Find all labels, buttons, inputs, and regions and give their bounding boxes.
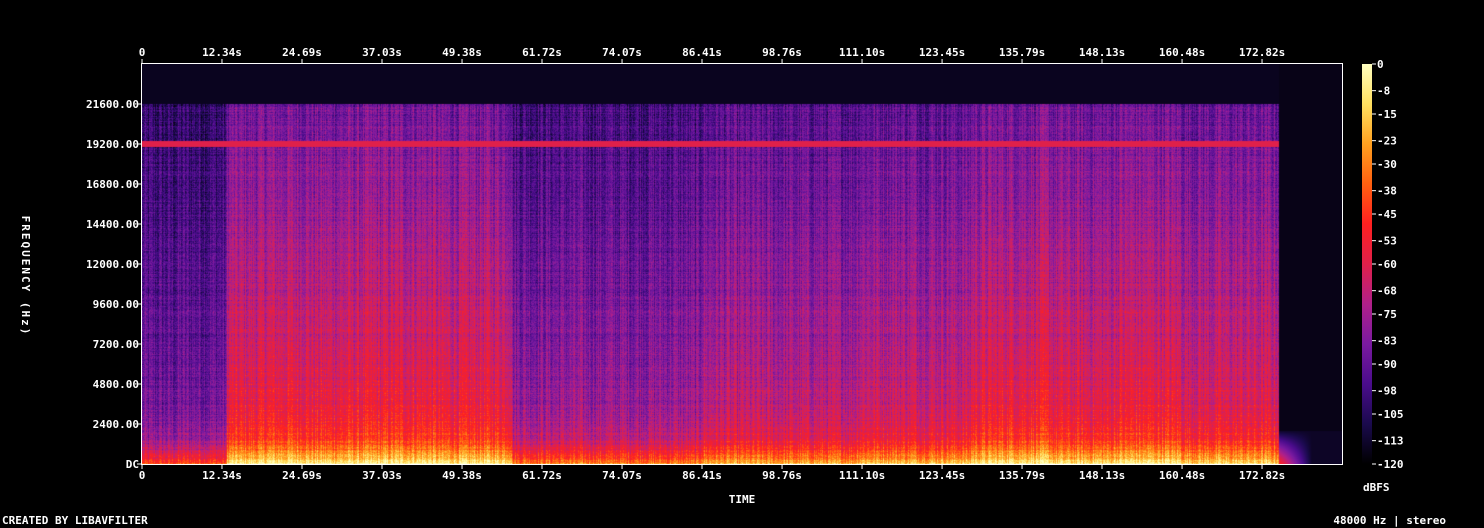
y-tick-label: 21600.00: [86, 98, 139, 111]
x-tick-label-bottom: 123.45s: [919, 469, 965, 482]
colorbar-tick-label: -120: [1377, 458, 1404, 471]
x-tick-label-top: 160.48s: [1159, 46, 1205, 59]
y-tick-label: DC: [126, 458, 139, 471]
spectrogram-heatmap: [142, 64, 1342, 464]
x-tick-label-bottom: 172.82s: [1239, 469, 1285, 482]
colorbar-tick-label: -90: [1377, 358, 1397, 371]
footer-sample-info: 48000 Hz | stereo: [1333, 514, 1446, 527]
x-tick-label-bottom: 74.07s: [602, 469, 642, 482]
colorbar-tick-label: -38: [1377, 185, 1397, 198]
colorbar-tick-label: -8: [1377, 85, 1390, 98]
y-tick-label: 7200.00: [93, 338, 139, 351]
y-tick-label: 14400.00: [86, 218, 139, 231]
x-tick-label-top: 12.34s: [202, 46, 242, 59]
colorbar-tick-label: -83: [1377, 335, 1397, 348]
x-tick-label-bottom: 148.13s: [1079, 469, 1125, 482]
x-tick-label-bottom: 160.48s: [1159, 469, 1205, 482]
x-tick-label-bottom: 98.76s: [762, 469, 802, 482]
x-tick-label-top: 0: [139, 46, 146, 59]
colorbar-tick-label: -45: [1377, 208, 1397, 221]
y-axis-label: FREQUENCY (Hz): [19, 216, 32, 337]
x-tick-label-top: 98.76s: [762, 46, 802, 59]
x-tick-label-top: 135.79s: [999, 46, 1045, 59]
colorbar-tick-label: -53: [1377, 235, 1397, 248]
x-tick-label-top: 172.82s: [1239, 46, 1285, 59]
x-tick-label-bottom: 0: [139, 469, 146, 482]
x-tick-label-top: 148.13s: [1079, 46, 1125, 59]
colorbar-tick-label: -75: [1377, 308, 1397, 321]
x-tick-label-bottom: 86.41s: [682, 469, 722, 482]
colorbar: [1362, 64, 1372, 464]
x-tick-label-bottom: 12.34s: [202, 469, 242, 482]
colorbar-label: dBFS: [1363, 481, 1390, 494]
x-tick-label-bottom: 111.10s: [839, 469, 885, 482]
colorbar-tick-label: 0: [1377, 58, 1384, 71]
x-tick-label-bottom: 61.72s: [522, 469, 562, 482]
colorbar-tick-label: -113: [1377, 435, 1404, 448]
colorbar-tick-label: -68: [1377, 285, 1397, 298]
colorbar-tick-label: -60: [1377, 258, 1397, 271]
x-tick-label-bottom: 24.69s: [282, 469, 322, 482]
colorbar-tick-label: -23: [1377, 135, 1397, 148]
footer-credit: CREATED BY LIBAVFILTER: [2, 514, 148, 527]
colorbar-tick-label: -98: [1377, 385, 1397, 398]
x-tick-label-bottom: 37.03s: [362, 469, 402, 482]
y-tick-label: 16800.00: [86, 178, 139, 191]
x-tick-label-top: 86.41s: [682, 46, 722, 59]
x-tick-label-top: 49.38s: [442, 46, 482, 59]
y-tick-label: 2400.00: [93, 418, 139, 431]
colorbar-tick-label: -30: [1377, 158, 1397, 171]
x-tick-label-top: 37.03s: [362, 46, 402, 59]
plot-area: [141, 63, 1343, 465]
y-tick-label: 19200.00: [86, 138, 139, 151]
spectrogram-chart: 0 12.34s 24.69s 37.03s 49.38s 61.72s 74.07s 86.…: [0, 0, 1484, 528]
x-tick-label-top: 123.45s: [919, 46, 965, 59]
spectrogram-heatmap-container: [142, 64, 1342, 464]
x-tick-label-top: 24.69s: [282, 46, 322, 59]
x-axis-label: TIME: [729, 493, 756, 506]
x-tick-label-top: 61.72s: [522, 46, 562, 59]
y-tick-label: 12000.00: [86, 258, 139, 271]
colorbar-tick-label: -105: [1377, 408, 1404, 421]
x-tick-label-top: 111.10s: [839, 46, 885, 59]
colorbar-gradient: [1362, 64, 1372, 464]
y-tick-label: 4800.00: [93, 378, 139, 391]
x-tick-label-top: 74.07s: [602, 46, 642, 59]
x-tick-label-bottom: 49.38s: [442, 469, 482, 482]
y-tick-label: 9600.00: [93, 298, 139, 311]
colorbar-tick-label: -15: [1377, 108, 1397, 121]
x-tick-label-bottom: 135.79s: [999, 469, 1045, 482]
